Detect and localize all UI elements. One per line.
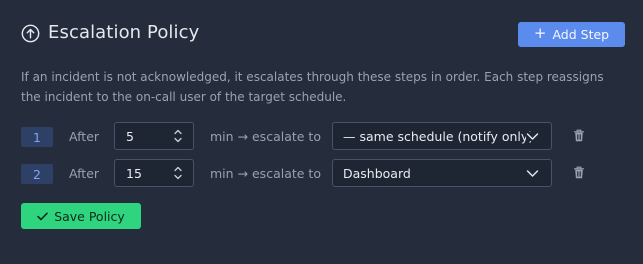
add-step-label: Add Step — [552, 27, 610, 42]
add-step-button[interactable]: + Add Step — [518, 22, 625, 47]
escalation-step-row: 1 After 5 min → escalate to — same sched… — [0, 122, 643, 150]
trash-icon[interactable] — [573, 129, 585, 142]
plus-icon: + — [533, 24, 547, 42]
step-number-badge: 2 — [21, 164, 53, 184]
target-schedule-select[interactable]: — same schedule (notify only) — [332, 122, 552, 150]
trash-icon[interactable] — [573, 166, 585, 179]
chevron-down-icon — [526, 132, 539, 141]
policy-description: If an incident is not acknowledged, it e… — [21, 70, 604, 104]
stepper-arrows-icon[interactable] — [173, 127, 183, 145]
minutes-input[interactable]: 15 — [114, 159, 194, 187]
save-policy-label: Save Policy — [54, 208, 125, 224]
after-label: After — [69, 166, 100, 181]
page-title: Escalation Policy — [48, 22, 200, 43]
minutes-input[interactable]: 5 — [114, 122, 194, 150]
after-label: After — [69, 129, 100, 144]
escalate-to-label: min → escalate to — [210, 129, 321, 144]
minutes-value: 15 — [126, 166, 142, 181]
step-number-badge: 1 — [21, 127, 53, 147]
target-schedule-select[interactable]: Dashboard — [332, 159, 552, 187]
target-schedule-value: Dashboard — [343, 166, 411, 181]
stepper-arrows-icon[interactable] — [173, 164, 183, 182]
escalation-step-row: 2 After 15 min → escalate to Dashboard — [0, 159, 643, 187]
chevron-down-icon — [526, 169, 539, 178]
arrow-up-circle-icon — [21, 24, 40, 43]
target-schedule-value: — same schedule (notify only) — [343, 129, 534, 144]
check-icon — [37, 212, 48, 220]
save-policy-button[interactable]: Save Policy — [21, 203, 141, 229]
escalate-to-label: min → escalate to — [210, 166, 321, 181]
minutes-value: 5 — [126, 129, 134, 144]
